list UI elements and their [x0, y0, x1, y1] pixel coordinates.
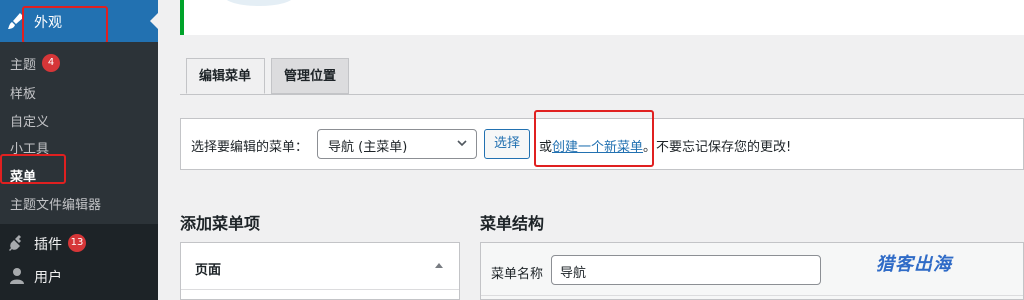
save-reminder-text: 。不要忘记保存您的更改!	[643, 140, 792, 155]
highlight-box-menus	[0, 154, 66, 184]
appearance-submenu: 主题 4 样板 自定义 小工具 菜单 主题文件编辑器	[0, 42, 158, 224]
sidebar-item-plugins[interactable]: 插件 13	[0, 226, 158, 258]
submenu-item-patterns[interactable]: 样板	[10, 83, 36, 102]
submenu-label: 主题	[10, 58, 37, 73]
plug-icon	[8, 234, 26, 252]
main-content: 编辑菜单 管理位置 选择要编辑的菜单： 导航 (主菜单) 选择 或创建一个新菜单…	[158, 0, 1024, 300]
tabs-divider	[180, 94, 1024, 95]
user-icon	[8, 267, 26, 285]
sidebar-item-label: 插件 13	[34, 234, 86, 254]
notice-decoration	[224, 0, 294, 6]
tab-edit-menus[interactable]: 编辑菜单	[186, 58, 265, 94]
update-count-badge: 4	[42, 54, 61, 72]
success-notice	[180, 0, 1024, 35]
sidebar-item-label: 用户	[34, 270, 62, 286]
watermark-logo: 猎客出海	[876, 254, 952, 275]
sidebar-item-users[interactable]: 用户	[0, 259, 158, 291]
chevron-down-icon	[456, 137, 468, 149]
select-menu-button[interactable]: 选择	[484, 129, 530, 159]
submenu-item-themes[interactable]: 主题 4	[10, 54, 61, 73]
update-count-badge: 13	[68, 234, 86, 252]
highlight-box-appearance	[22, 6, 108, 44]
menu-select[interactable]: 导航 (主菜单)	[317, 129, 477, 159]
pages-accordion: 页面	[180, 242, 460, 300]
select-menu-label: 选择要编辑的菜单：	[191, 140, 309, 155]
accordion-header-pages[interactable]: 页面	[181, 243, 459, 290]
submenu-item-customize[interactable]: 自定义	[10, 111, 49, 130]
add-menu-items-title: 添加菜单项	[180, 214, 261, 233]
menu-select-value: 导航 (主菜单)	[328, 140, 408, 155]
highlight-box-create-menu	[534, 110, 654, 167]
plugins-label: 插件	[34, 237, 62, 253]
panel-divider	[481, 295, 1023, 296]
submenu-item-theme-file-editor[interactable]: 主题文件编辑器	[10, 194, 101, 213]
current-indicator-arrow	[150, 13, 158, 29]
collapse-arrow-icon	[435, 263, 443, 268]
accordion-label: 页面	[195, 263, 222, 278]
tab-manage-locations[interactable]: 管理位置	[271, 58, 349, 94]
admin-sidebar: 外观 主题 4 样板 自定义 小工具 菜单 主题文件编辑器 插件 13 用户	[0, 0, 158, 300]
menu-structure-title: 菜单结构	[480, 214, 545, 233]
menu-name-label: 菜单名称	[491, 267, 544, 282]
menu-name-input[interactable]: 导航	[551, 255, 821, 285]
